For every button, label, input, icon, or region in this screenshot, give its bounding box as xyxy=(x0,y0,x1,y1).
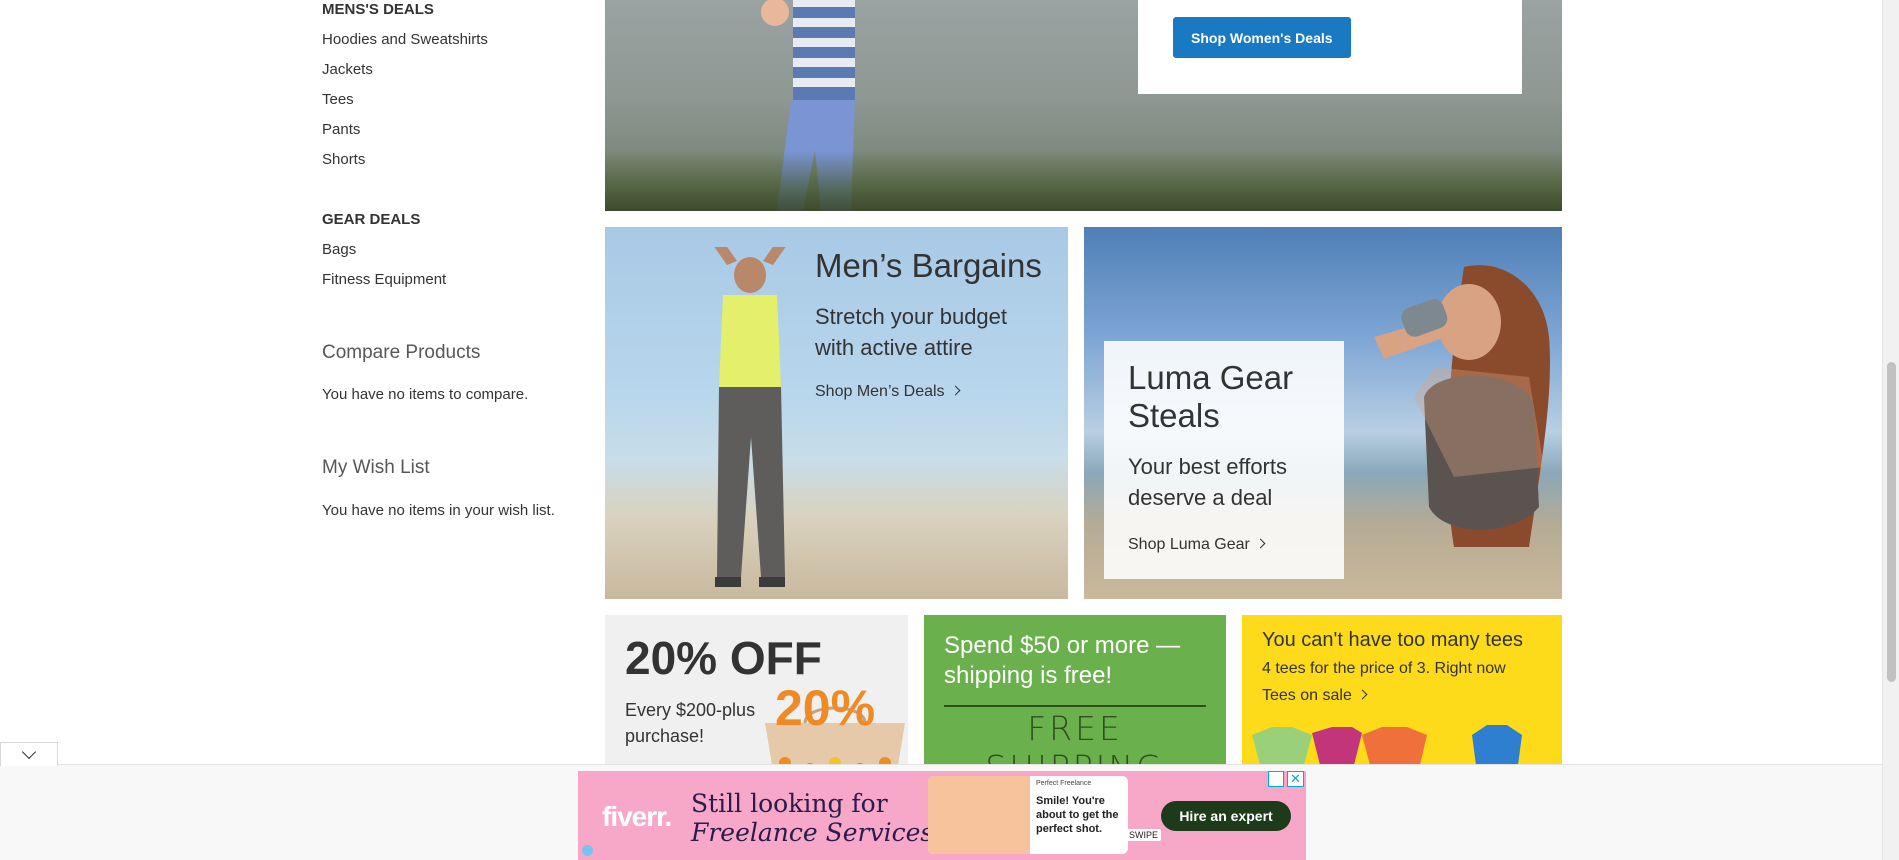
off-headline: 20% OFF xyxy=(625,632,822,684)
sidebar-link-shorts[interactable]: Shorts xyxy=(322,151,365,168)
mens-bargains-subtitle: Stretch your budget with active attire xyxy=(815,304,1008,360)
ad-indicator-icon xyxy=(582,845,593,856)
fiverr-logo: fiverr. xyxy=(602,801,672,832)
off-subtitle: Every $200-plus purchase! xyxy=(625,700,756,746)
collapse-ad-button[interactable] xyxy=(0,742,58,766)
shopping-bag-graphic: 20% xyxy=(765,683,905,765)
tees-title: You can't have too many tees xyxy=(1262,629,1524,651)
free-shipping-label: FREE SHIPPING xyxy=(944,705,1206,765)
ad-headline-line1: Still looking for xyxy=(691,789,888,818)
compare-empty-text: You have no items to compare. xyxy=(322,386,529,403)
scrollbar-thumb[interactable] xyxy=(1887,362,1896,682)
sidebar-link-fitness-equipment[interactable]: Fitness Equipment xyxy=(322,271,446,288)
twenty-percent-off-banner[interactable]: 20% OFF Every $200-plus purchase! 20% xyxy=(605,615,908,765)
gear-deals-heading: GEAR DEALS xyxy=(322,211,421,228)
fiverr-ad[interactable]: fiverr. Still looking for Freelance Serv… xyxy=(578,771,1306,860)
chevron-right-icon xyxy=(1255,538,1266,549)
tees-on-sale-link[interactable]: Tees on sale xyxy=(1262,687,1368,705)
chevron-right-icon xyxy=(950,385,961,396)
shop-mens-deals-label: Shop Men’s Deals xyxy=(815,383,945,400)
tees-on-sale-label: Tees on sale xyxy=(1262,687,1352,704)
luma-gear-subtitle: Your best efforts deserve a deal xyxy=(1128,454,1287,510)
man-stretching-figure xyxy=(714,247,786,587)
sidebar-link-pants[interactable]: Pants xyxy=(322,121,360,138)
sidebar-link-tees[interactable]: Tees xyxy=(322,91,354,108)
ad-headline-line2: Freelance Services? xyxy=(691,818,947,847)
close-ad-button[interactable]: ✕ xyxy=(1287,771,1304,787)
mens-bargains-banner[interactable]: Men’s Bargains Stretch your budget with … xyxy=(605,227,1068,599)
luma-gear-title: Luma Gear Steals xyxy=(1128,359,1294,434)
ad-card-small-text: Perfect Freelance xyxy=(1036,780,1092,787)
tees-subtitle: 4 tees for the price of 3. Right now xyxy=(1262,660,1506,677)
mens-deals-heading: MENS'S DEALS xyxy=(322,1,434,18)
luma-gear-card: Luma Gear Steals Your best efforts deser… xyxy=(1104,341,1344,579)
grass-decoration xyxy=(605,151,1562,211)
adchoices-icon[interactable] xyxy=(1268,771,1284,787)
free-shipping-banner[interactable]: Spend $50 or more — shipping is free! FR… xyxy=(924,615,1226,765)
sidebar-link-jackets[interactable]: Jackets xyxy=(322,61,373,78)
shipping-text: Spend $50 or more — shipping is free! xyxy=(944,632,1181,689)
tees-graphic xyxy=(1252,725,1522,765)
tees-banner[interactable]: You can't have too many tees 4 tees for … xyxy=(1242,615,1562,765)
shop-mens-deals-link[interactable]: Shop Men’s Deals xyxy=(815,383,961,401)
wishlist-empty-text: You have no items in your wish list. xyxy=(322,502,555,519)
chevron-right-icon xyxy=(1357,689,1368,700)
compare-products-title: Compare Products xyxy=(322,342,481,363)
chevron-down-icon xyxy=(21,744,37,760)
shop-luma-gear-link[interactable]: Shop Luma Gear xyxy=(1128,536,1266,554)
ad-card-message: Smile! You're about to get the perfect s… xyxy=(1036,795,1119,835)
wishlist-title: My Wish List xyxy=(322,457,430,478)
shop-luma-gear-label: Shop Luma Gear xyxy=(1128,536,1250,553)
sidebar-link-hoodies[interactable]: Hoodies and Sweatshirts xyxy=(322,31,488,48)
shop-womens-deals-button[interactable]: Shop Women's Deals xyxy=(1173,17,1351,58)
ad-swipe-label: SWIPE xyxy=(1126,829,1162,841)
ad-illustration xyxy=(928,776,1030,854)
mens-bargains-title: Men’s Bargains xyxy=(815,247,1042,284)
sidebar-link-bags[interactable]: Bags xyxy=(322,241,356,258)
luma-gear-banner[interactable]: Luma Gear Steals Your best efforts deser… xyxy=(1084,227,1562,599)
ad-preview-card: Perfect Freelance Smile! You're about to… xyxy=(928,776,1128,854)
womens-deals-banner[interactable]: Shop Women's Deals xyxy=(605,0,1562,211)
woman-drinking-figure xyxy=(1374,265,1550,547)
hire-an-expert-button[interactable]: Hire an expert xyxy=(1161,801,1291,831)
off-graphic-text: 20% xyxy=(775,683,875,736)
vertical-scrollbar[interactable] xyxy=(1882,0,1899,860)
